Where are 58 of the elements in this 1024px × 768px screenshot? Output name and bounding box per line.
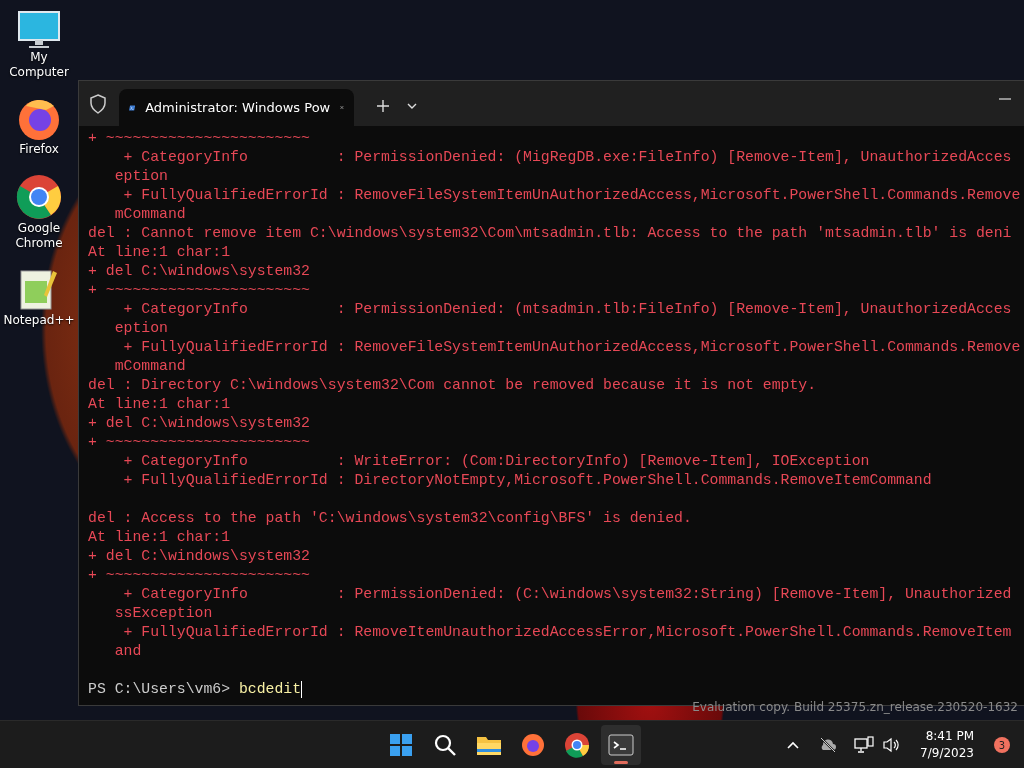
desktop-shortcut[interactable]: My Computer	[0, 2, 78, 84]
shortcut-label: Google Chrome	[14, 221, 64, 251]
shortcut-label: Notepad++	[3, 313, 75, 328]
command-text: bcdedit	[238, 681, 302, 697]
shortcut-label: Firefox	[19, 142, 59, 157]
desktop-shortcut[interactable]: Google Chrome	[0, 165, 78, 255]
volume-icon[interactable]	[882, 737, 901, 753]
terminal-icon	[607, 731, 635, 759]
shortcut-label: My Computer	[8, 50, 70, 80]
time-text: 8:41 PM	[925, 728, 974, 745]
terminal-line: + del C:\windows\system32	[88, 547, 311, 566]
prompt-text: PS C:\Users\vm6>	[88, 681, 232, 697]
dropdown-icon[interactable]	[406, 102, 418, 110]
terminal-line: del : Cannot remove item C:\windows\system32\Com\mtsadmin.tlb: Access to the path 'mtsadmin.tlb' is deni	[88, 224, 1013, 243]
terminal-line: + CategoryInfo : PermissionDenied: (mtsadmin.tlb:FileInfo) [Remove-Item], UnauthorizedAcces	[122, 300, 1013, 319]
terminal-line: + del C:\windows\system32	[88, 262, 311, 281]
terminal-line: del : Directory C:\windows\system32\Com cannot be removed because it is not empty.	[88, 376, 818, 395]
terminal-line: At line:1 char:1	[88, 528, 232, 547]
new-tab-icon[interactable]	[376, 99, 390, 113]
firefox-icon	[519, 731, 547, 759]
terminal-line: + CategoryInfo : WriteError: (Com:DirectoryInfo) [Remove-Item], IOException	[122, 452, 871, 471]
monitor-icon	[17, 10, 61, 50]
terminal-line: + FullyQualifiedErrorId : DirectoryNotEmpty,Microsoft.PowerShell.Commands.RemoveItemCommand	[122, 471, 933, 490]
terminal-line: mCommand	[113, 205, 187, 224]
terminal-line: At line:1 char:1	[88, 243, 232, 262]
terminal-line: eption	[113, 319, 169, 338]
terminal-line: + ~~~~~~~~~~~~~~~~~~~~~~~	[88, 129, 311, 148]
notification-badge[interactable]: 3	[994, 737, 1010, 753]
terminal-line: At line:1 char:1	[88, 395, 232, 414]
terminal-line: + del C:\windows\system32	[88, 414, 311, 433]
terminal-tab[interactable]: Administrator: Windows Pow	[119, 89, 354, 126]
terminal-line: + FullyQualifiedErrorId : RemoveFileSystemItemUnAuthorizedAccess,Microsoft.PowerShell.Commands.Remove	[122, 186, 1022, 205]
terminal-line: + CategoryInfo : PermissionDenied: (C:\windows\system32:String) [Remove-Item], Unauthorized	[122, 585, 1013, 604]
terminal-line: + FullyQualifiedErrorId : RemoveItemUnauthorizedAccessError,Microsoft.PowerShell.Commands.RemoveItem	[122, 623, 1013, 642]
terminal-line: and	[113, 642, 143, 661]
terminal-line: ssException	[113, 604, 214, 623]
chrome-icon	[15, 173, 63, 221]
terminal-line: + ~~~~~~~~~~~~~~~~~~~~~~~	[88, 281, 311, 300]
desktop-shortcut[interactable]: Notepad++	[0, 259, 78, 332]
terminal-line: + FullyQualifiedErrorId : RemoveFileSystemItemUnAuthorizedAccess,Microsoft.PowerShell.Commands.Remove	[122, 338, 1022, 357]
terminal-line: del : Access to the path 'C:\windows\system32\config\BFS' is denied.	[88, 509, 693, 528]
network-icon[interactable]	[854, 736, 875, 754]
text-cursor	[301, 680, 303, 698]
clock[interactable]: 8:41 PM 7/9/2023	[914, 727, 980, 763]
chevron-up-icon[interactable]	[786, 740, 801, 750]
desktop-shortcut[interactable]: Firefox	[0, 88, 78, 161]
terminal-line: mCommand	[113, 357, 187, 376]
build-text: Evaluation copy. Build 25375.zn_release.230520-1632	[692, 699, 1018, 716]
windows-logo-icon	[387, 731, 415, 759]
cloud-off-icon[interactable]	[818, 737, 839, 753]
terminal-line: + ~~~~~~~~~~~~~~~~~~~~~~~	[88, 433, 311, 452]
shield-icon[interactable]	[89, 94, 107, 114]
date-text: 7/9/2023	[920, 745, 974, 762]
chrome-icon	[563, 731, 591, 759]
terminal-line: + CategoryInfo : PermissionDenied: (MigRegDB.exe:FileInfo) [Remove-Item], UnauthorizedAcces	[122, 148, 1013, 167]
terminal-line: + ~~~~~~~~~~~~~~~~~~~~~~~	[88, 566, 311, 585]
terminal-line: eption	[113, 167, 169, 186]
tab-title: Administrator: Windows Pow	[145, 98, 331, 117]
